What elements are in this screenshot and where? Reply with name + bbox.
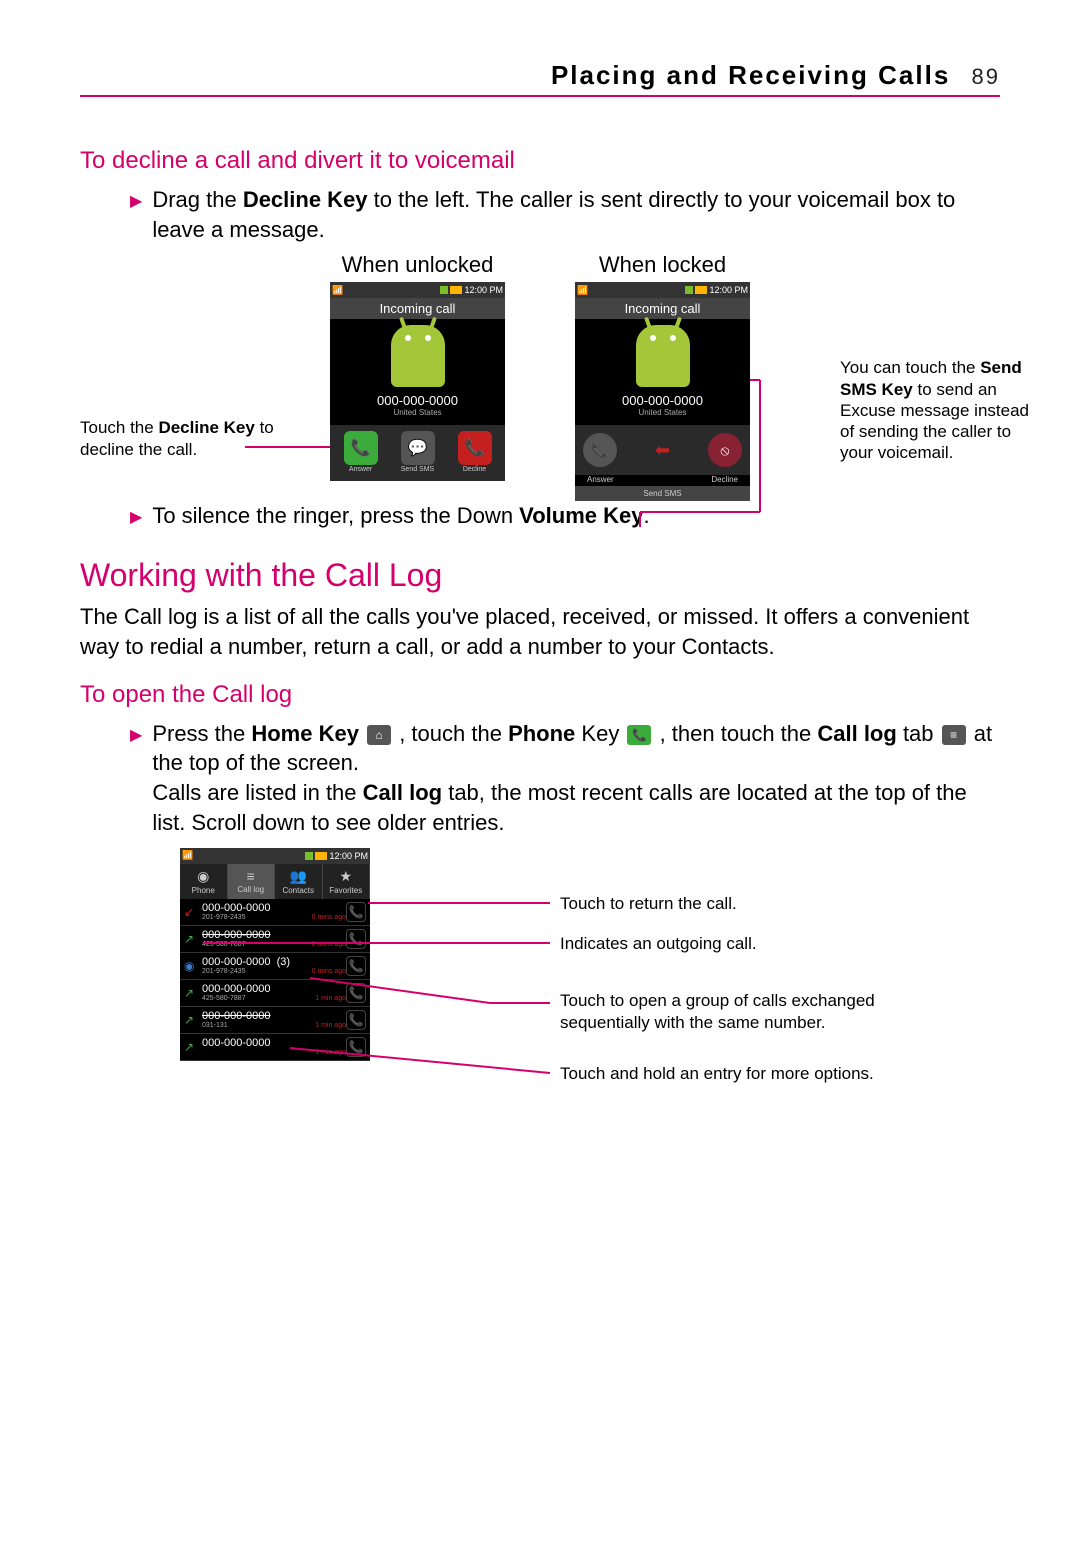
annot-return-call: Touch to return the call. <box>560 893 737 915</box>
out-call-icon: ↗ <box>184 1013 198 1027</box>
send-sms-button[interactable]: 💬 <box>401 431 435 465</box>
in-call-icon: ◉ <box>184 959 198 973</box>
caller-location: United States <box>330 408 505 417</box>
subheading-decline: To decline a call and divert it to voice… <box>80 147 1000 175</box>
answer-button[interactable]: 📞 <box>344 431 378 465</box>
log-subnumber: 201-978-2435 <box>202 968 246 975</box>
tab-contacts[interactable]: 👥Contacts <box>275 864 323 899</box>
phone-screenshot-unlocked: 📶 12:00 PM Incoming call 000-000-0000 Un… <box>330 282 505 481</box>
slide-arrow-icon: ⬅ <box>655 440 670 461</box>
log-number: 000-000-0000 (3) <box>202 956 346 968</box>
tab-calllog[interactable]: ≡Call log <box>228 864 276 899</box>
calllog-row[interactable]: ↗ 000-000-00001 min ago📞 <box>180 1034 370 1061</box>
bullet-silence: ▶ To silence the ringer, press the Down … <box>130 501 1000 531</box>
log-time: 0 mins ago <box>312 968 346 975</box>
subheading-open-calllog: To open the Call log <box>80 681 1000 709</box>
calllog-row[interactable]: ↗ 000-000-0000425-580-7887 1 min ago📞 <box>180 980 370 1007</box>
heading-call-log: Working with the Call Log <box>80 557 1000 594</box>
out-call-icon: ↗ <box>184 1040 198 1054</box>
calllog-tab-icon: ≡ <box>942 725 966 745</box>
header-title: Placing and Receiving Calls <box>551 60 950 90</box>
out-call-icon: ↗ <box>184 986 198 1000</box>
bullet-open-calllog: ▶ Press the Home Key ⌂ , touch the Phone… <box>130 719 1000 838</box>
triangle-icon: ▶ <box>130 191 142 213</box>
annot-hold: Touch and hold an entry for more options… <box>560 1063 874 1085</box>
send-sms-tab[interactable]: Send SMS <box>575 486 750 501</box>
dial-button[interactable]: 📞 <box>346 983 366 1003</box>
caption-locked: When locked <box>575 252 750 278</box>
tab-favorites[interactable]: ★Favorites <box>323 864 371 899</box>
calllog-row[interactable]: ↙ 000-000-0000201-978-2435 0 mins ago📞 <box>180 899 370 926</box>
page-header: Placing and Receiving Calls 89 <box>80 60 1000 97</box>
log-subnumber: 425-580-7887 <box>202 995 246 1002</box>
dial-button[interactable]: 📞 <box>346 929 366 949</box>
bullet-decline: ▶ Drag the Decline Key to the left. The … <box>130 185 1000 244</box>
decline-button[interactable]: 📞 <box>458 431 492 465</box>
annot-group: Touch to open a group of calls exchanged… <box>560 990 900 1034</box>
para-call-log: The Call log is a list of all the calls … <box>80 602 1000 663</box>
log-subnumber: 425-580-7887 <box>202 941 246 948</box>
log-subnumber: 031-131 <box>202 1022 228 1029</box>
phone-key-icon: 📞 <box>627 725 651 745</box>
out-call-icon: ↗ <box>184 932 198 946</box>
calllog-screenshot: 📶 12:00 PM ◉Phone ≡Call log 👥Contacts ★F… <box>180 848 370 1061</box>
log-subnumber: 201-978-2435 <box>202 914 246 921</box>
calllog-row[interactable]: ↗ 000-000-0000425-580-7887 0 mins ago📞 <box>180 926 370 953</box>
dial-button[interactable]: 📞 <box>346 1037 366 1057</box>
triangle-icon: ▶ <box>130 725 142 747</box>
triangle-icon: ▶ <box>130 507 142 529</box>
tab-phone[interactable]: ◉Phone <box>180 864 228 899</box>
android-avatar-icon <box>391 325 445 387</box>
phone-screenshot-locked: 📶 12:00 PM Incoming call 000-000-0000 Un… <box>575 282 750 501</box>
dial-button[interactable]: 📞 <box>346 1010 366 1030</box>
log-time: 0 mins ago <box>312 941 346 948</box>
log-time: 1 min ago <box>315 995 346 1002</box>
incoming-call-title: Incoming call <box>330 298 505 319</box>
home-key-icon: ⌂ <box>367 725 391 745</box>
dial-button[interactable]: 📞 <box>346 902 366 922</box>
log-time: 1 min ago <box>315 1022 346 1029</box>
slide-decline-button[interactable]: ⦸ <box>708 433 742 467</box>
annot-send-sms: You can touch the Send SMS Key to send a… <box>840 357 1030 463</box>
log-number: 000-000-0000 <box>202 1037 346 1049</box>
log-number: 000-000-0000 <box>202 902 346 914</box>
tab-bar: ◉Phone ≡Call log 👥Contacts ★Favorites <box>180 864 370 899</box>
calllog-row[interactable]: ↗ 000-000-0000031-131 1 min ago📞 <box>180 1007 370 1034</box>
status-left-icons: 📶 <box>332 285 343 296</box>
figure-call-log: 📶 12:00 PM ◉Phone ≡Call log 👥Contacts ★F… <box>180 848 1000 1061</box>
caption-unlocked: When unlocked <box>330 252 505 278</box>
missed-call-icon: ↙ <box>184 905 198 919</box>
log-number: 000-000-0000 <box>202 1010 346 1022</box>
log-number: 000-000-0000 <box>202 929 346 941</box>
dial-button[interactable]: 📞 <box>346 956 366 976</box>
figure-incoming-call: Touch the Decline Key to decline the cal… <box>80 252 1000 501</box>
slide-answer-button[interactable]: 📞 <box>583 433 617 467</box>
log-number: 000-000-0000 <box>202 983 346 995</box>
page-number: 89 <box>972 64 1000 89</box>
annot-decline-key: Touch the Decline Key to decline the cal… <box>80 417 290 460</box>
calllog-row[interactable]: ◉ 000-000-0000 (3)201-978-2435 0 mins ago📞 <box>180 953 370 980</box>
log-time: 1 min ago <box>315 1049 346 1056</box>
android-avatar-icon <box>636 325 690 387</box>
caller-number: 000-000-0000 <box>330 393 505 408</box>
annot-outgoing: Indicates an outgoing call. <box>560 933 757 955</box>
log-time: 0 mins ago <box>312 914 346 921</box>
